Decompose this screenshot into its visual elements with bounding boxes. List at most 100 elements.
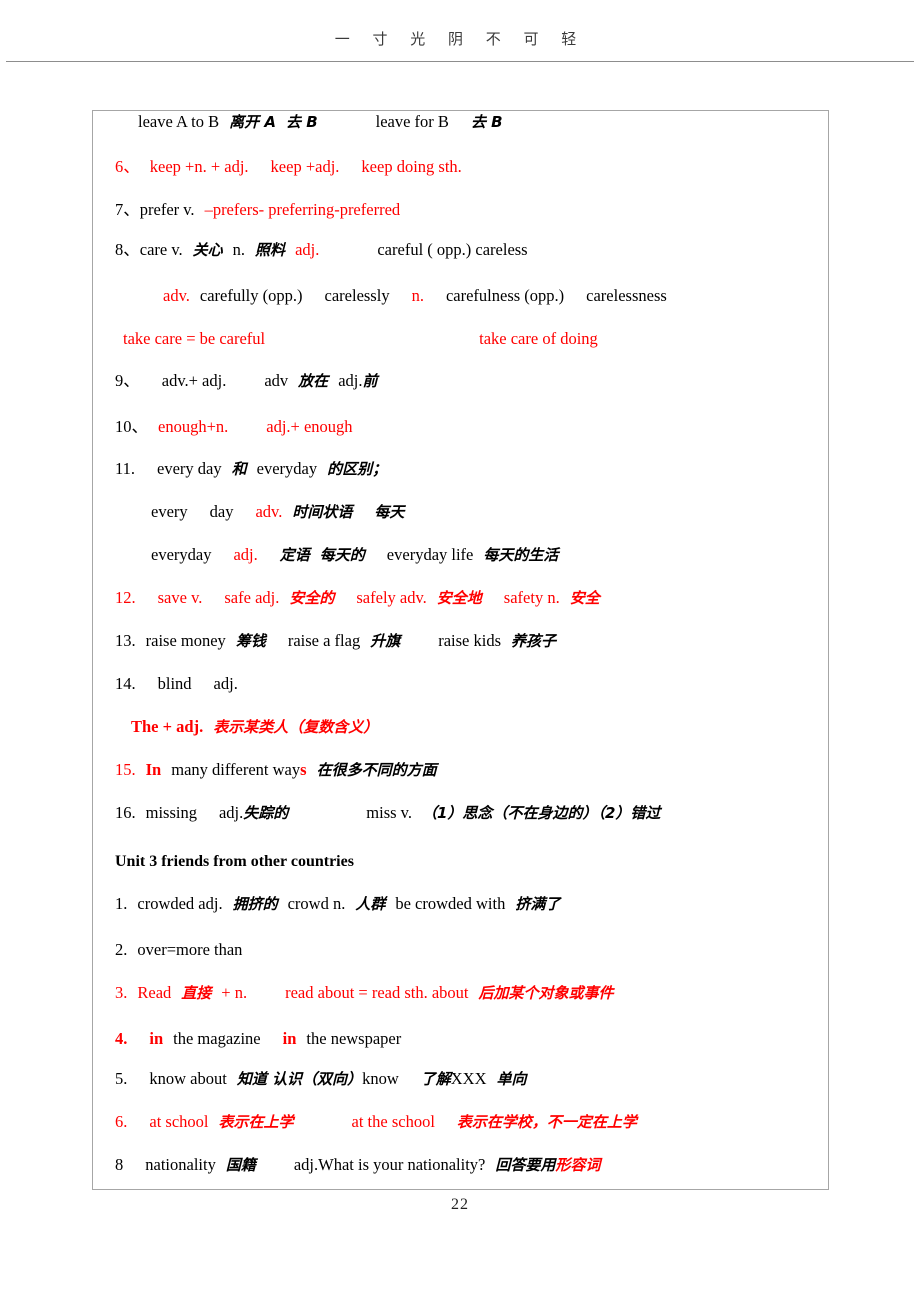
know-word: know: [362, 1069, 399, 1088]
unit-3-heading-text: Unit 3 friends from other countries: [115, 853, 354, 870]
everyday-adj-label: adj.: [233, 545, 258, 564]
take-care-be-careful: take care = be careful: [123, 329, 266, 348]
note-line-take-care: take care = be careful take care of doing: [123, 329, 598, 348]
note-line-u2-over: 2. over=more than: [115, 940, 243, 959]
note-line-14-blind: 14. blind adj.: [115, 674, 238, 693]
safely-adv: safely adv.: [356, 588, 427, 607]
plural-s: s: [300, 760, 307, 779]
safe-adj-cn: 安全的: [289, 589, 335, 607]
note-line-11-everyday: 11. every day 和 everyday 的区别；: [115, 459, 387, 478]
adv-plus-adj: adv.+ adj.: [161, 371, 227, 390]
item-6-number: 6、: [115, 157, 140, 176]
leave-for-b-cn: 去 B: [470, 113, 503, 131]
prefer-forms: –prefers- preferring-preferred: [204, 200, 401, 219]
careful-careless: careful ( opp.) careless: [377, 240, 528, 259]
note-line-8-adv: adv. carefully (opp.) carelessly n. carefuln…: [163, 286, 667, 305]
know-understand-cn: 了解: [420, 1070, 451, 1088]
leave-a-to-b: leave A to B: [138, 112, 220, 131]
carelessness: carelessness: [586, 286, 667, 305]
many-different-way: many different way: [171, 760, 301, 779]
header-rule: [6, 61, 914, 62]
at-the-school-cn: 表示在学校，不一定在上学: [456, 1113, 637, 1131]
nationality-word: nationality: [145, 1155, 216, 1174]
crowded-adj: crowded adj.: [137, 894, 223, 913]
adv-position-cn: 放在: [298, 372, 329, 390]
missing-adj-label: adj.: [218, 803, 244, 822]
adj-word: adj.: [338, 371, 363, 390]
note-line-u5-know-about: 5. know about 知道 认识（双向）know 了解XXX 单向: [115, 1069, 527, 1088]
care-adj-label: adj.: [295, 240, 320, 259]
item-16-number: 16.: [115, 803, 136, 822]
note-line-u8-nationality: 8 nationality 国籍 adj.What is your nationali…: [115, 1155, 600, 1174]
note-line-9-adv-adj: 9、 adv.+ adj. adv 放在 adj.前: [115, 371, 378, 390]
note-line-8-care: 8、care v. 关心 n. 照料 adj. careful ( opp.) carel…: [115, 240, 528, 259]
note-line-u3-read: 3. Read 直接 + n. read about = read sth. about…: [115, 983, 614, 1002]
item-11-number: 11.: [115, 459, 136, 478]
every-day-cn: 每天: [374, 503, 405, 521]
item-10-number: 10、: [115, 417, 148, 436]
u-item-8-number: 8: [115, 1155, 124, 1174]
content-frame: leave A to B 离开 A 去 B leave for B 去 B 6、 keep…: [92, 110, 829, 1190]
adj-before-cn: 前: [362, 372, 378, 390]
care-n-cn: 照料: [255, 241, 286, 259]
note-line-16-missing: 16. missing adj.失踪的 miss v. （1）思念（不在身边的）（2）错…: [115, 803, 661, 822]
at-the-school: at the school: [351, 1112, 435, 1131]
enough-plus-n: enough+n.: [158, 417, 229, 436]
every-day-term: every day: [157, 459, 222, 478]
know-xxx: XXX: [450, 1069, 487, 1088]
be-crowded-with: be crowded with: [395, 894, 506, 913]
note-line-11-every-day: every day adv. 时间状语 每天: [151, 502, 405, 521]
read-direct-cn: 直接: [181, 984, 212, 1002]
the-magazine: the magazine: [173, 1029, 261, 1048]
miss-v: miss v.: [366, 803, 412, 822]
in-newspaper-prep: in: [282, 1029, 297, 1048]
know-about-cn: 知道 认识（双向）: [236, 1070, 363, 1088]
item-15-number: 15.: [115, 760, 136, 779]
note-line-13-raise: 13. raise money 筹钱 raise a flag 升旗 raise kids…: [115, 631, 557, 650]
care-n: n.: [232, 240, 246, 259]
u-item-1-number: 1.: [115, 894, 128, 913]
everyday-word: everyday: [151, 545, 212, 564]
attributive-cn: 定语: [279, 546, 310, 564]
note-line-u1-crowded: 1. crowded adj. 拥挤的 crowd n. 人群 be crowded wi…: [115, 894, 561, 913]
u-item-3-number: 3.: [115, 983, 128, 1002]
read-about-equals: read about = read sth. about: [285, 983, 469, 1002]
raise-money: raise money: [145, 631, 226, 650]
carefully-opp: carefully (opp.): [199, 286, 303, 305]
page-number: 22: [451, 1196, 469, 1213]
read-word: Read: [137, 983, 172, 1002]
carelessly: carelessly: [324, 286, 390, 305]
take-care-of-doing: take care of doing: [479, 329, 598, 348]
at-school-cn: 表示在上学: [218, 1113, 294, 1131]
over-more-than: over=more than: [137, 940, 243, 959]
prefer-v: prefer v.: [139, 200, 195, 219]
every-day-adv-label: adv.: [255, 502, 283, 521]
crowded-adj-cn: 拥挤的: [232, 895, 278, 913]
n-label: n.: [411, 286, 424, 305]
read-plus-n: + n.: [221, 983, 248, 1002]
note-line-u4-in-magazine: 4. in the magazine in the newspaper: [115, 1029, 401, 1048]
keep-n-adj: keep +n. + adj.: [149, 157, 249, 176]
note-line-12-save: 12. save v. safe adj. 安全的 safely adv. 安全地 safe…: [115, 588, 600, 607]
leave-a-to-b-cn2: 去 B: [285, 113, 318, 131]
raise-kids-cn: 养孩子: [511, 632, 557, 650]
one-way-cn: 单向: [496, 1070, 527, 1088]
note-line-7-prefer: 7、prefer v. –prefers- preferring-preferre…: [115, 200, 401, 219]
miss-v-cn: （1）思念（不在身边的）（2）错过: [422, 804, 661, 822]
note-line-15-in-many-ways: 15. In many different ways 在很多不同的方面: [115, 760, 437, 779]
and-cn: 和: [231, 460, 247, 478]
at-school: at school: [149, 1112, 209, 1131]
day-word: day: [209, 502, 234, 521]
item-13-number: 13.: [115, 631, 136, 650]
item-8-number: 8、: [115, 240, 140, 259]
content-frame-inner: leave A to B 离开 A 去 B leave for B 去 B 6、 keep…: [93, 111, 828, 1189]
in-many-ways-cn: 在很多不同的方面: [316, 761, 437, 779]
blind-word: blind: [157, 674, 192, 693]
be-crowded-with-cn: 挤满了: [515, 895, 561, 913]
raise-a-flag-cn: 升旗: [370, 632, 401, 650]
read-about-cn: 后加某个对象或事件: [478, 984, 614, 1002]
u-item-2-number: 2.: [115, 940, 128, 959]
item-7-number: 7、: [115, 200, 140, 219]
adv-label: adv.: [163, 286, 190, 305]
care-v-cn: 关心: [192, 241, 223, 259]
